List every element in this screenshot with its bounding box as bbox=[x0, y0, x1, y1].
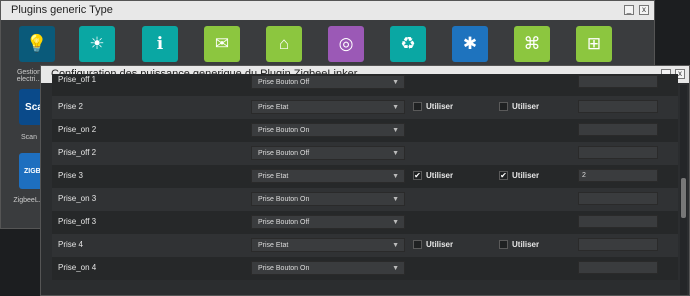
use-checkbox-2[interactable]: ✔ bbox=[499, 171, 508, 180]
org-chart-icon[interactable]: ⊞ bbox=[576, 26, 612, 62]
use-checkbox-label: Utiliser bbox=[426, 102, 454, 111]
row-label: Prise_on 3 bbox=[58, 194, 97, 203]
select-value: Prise Bouton Off bbox=[258, 79, 310, 86]
network-hub-icon[interactable]: ✱ bbox=[452, 26, 488, 62]
action-select[interactable]: Prise Etat ▼ bbox=[251, 100, 405, 114]
action-select[interactable]: Prise Bouton Off ▼ bbox=[251, 215, 405, 229]
mail-icon[interactable]: ✉ bbox=[204, 26, 240, 62]
row-label: Prise 4 bbox=[58, 240, 83, 249]
chevron-down-icon: ▼ bbox=[392, 127, 399, 134]
config-row: Prise_off 1 Prise Bouton Off ▼ bbox=[52, 74, 678, 97]
chevron-down-icon: ▼ bbox=[392, 79, 399, 86]
action-select[interactable]: Prise Etat ▼ bbox=[251, 238, 405, 252]
config-row: Prise 3 Prise Etat ▼ ✔ Utiliser ✔ Utilis… bbox=[52, 165, 678, 188]
use-checkbox-2[interactable] bbox=[499, 240, 508, 249]
value-input[interactable] bbox=[578, 215, 658, 228]
config-row: Prise 2 Prise Etat ▼ Utiliser Utiliser bbox=[52, 96, 678, 119]
use-checkbox[interactable]: ✔ bbox=[413, 171, 422, 180]
value-input[interactable] bbox=[578, 100, 658, 113]
row-label: Prise_off 1 bbox=[58, 75, 97, 84]
value-input[interactable] bbox=[578, 192, 658, 205]
home-automation-icon[interactable]: ⌂ bbox=[266, 26, 302, 62]
use-checkbox-2[interactable] bbox=[499, 102, 508, 111]
select-value: Prise Bouton Off bbox=[258, 219, 310, 226]
row-label: Prise_off 3 bbox=[58, 217, 97, 226]
lightbulb-plug-icon[interactable]: 💡 bbox=[19, 26, 55, 62]
value-input[interactable] bbox=[578, 238, 658, 251]
chevron-down-icon: ▼ bbox=[392, 265, 399, 272]
select-value: Prise Etat bbox=[258, 104, 289, 111]
chevron-down-icon: ▼ bbox=[392, 104, 399, 111]
select-value: Prise Etat bbox=[258, 242, 289, 249]
config-window: Configuration des puissance generique du… bbox=[40, 65, 690, 296]
value-input[interactable]: 2 bbox=[578, 169, 658, 182]
config-row: Prise_off 3 Prise Bouton Off ▼ bbox=[52, 211, 678, 234]
chevron-down-icon: ▼ bbox=[392, 242, 399, 249]
scrollbar-thumb[interactable] bbox=[681, 178, 686, 218]
row-label: Prise_on 4 bbox=[58, 263, 97, 272]
select-value: Prise Bouton On bbox=[258, 196, 310, 203]
value-input[interactable] bbox=[578, 146, 658, 159]
value-input[interactable] bbox=[578, 123, 658, 136]
row-label: Prise 3 bbox=[58, 171, 83, 180]
close-icon: x bbox=[678, 69, 682, 78]
chevron-down-icon: ▼ bbox=[392, 150, 399, 157]
use-checkbox-label: Utiliser bbox=[512, 171, 540, 180]
plugins-window-titlebar[interactable]: Plugins generic Type _ x bbox=[1, 1, 654, 20]
calendar-info-icon[interactable]: ℹ bbox=[142, 26, 178, 62]
action-select[interactable]: Prise Bouton Off ▼ bbox=[251, 146, 405, 160]
select-value: Prise Bouton On bbox=[258, 265, 310, 272]
plugins-window-title: Plugins generic Type bbox=[11, 4, 113, 16]
chevron-down-icon: ▼ bbox=[392, 219, 399, 226]
action-select[interactable]: Prise Bouton On ▼ bbox=[251, 192, 405, 206]
action-select[interactable]: Prise Etat ▼ bbox=[251, 169, 405, 183]
use-checkbox-label: Utiliser bbox=[512, 102, 540, 111]
use-checkbox[interactable] bbox=[413, 240, 422, 249]
config-row: Prise_off 2 Prise Bouton Off ▼ bbox=[52, 142, 678, 165]
dial-icon[interactable]: ◎ bbox=[328, 26, 364, 62]
action-select[interactable]: Prise Bouton Off ▼ bbox=[251, 75, 405, 89]
close-button[interactable]: x bbox=[639, 5, 649, 15]
action-select[interactable]: Prise Bouton On ▼ bbox=[251, 123, 405, 137]
chevron-down-icon: ▼ bbox=[392, 173, 399, 180]
use-checkbox-label: Utiliser bbox=[426, 171, 454, 180]
action-select[interactable]: Prise Bouton On ▼ bbox=[251, 261, 405, 275]
chevron-down-icon: ▼ bbox=[392, 196, 399, 203]
row-label: Prise_on 2 bbox=[58, 125, 97, 134]
value-input[interactable] bbox=[578, 261, 658, 274]
config-row: Prise_on 3 Prise Bouton On ▼ bbox=[52, 188, 678, 211]
weather-sun-icon[interactable]: ☀ bbox=[79, 26, 115, 62]
network-icon[interactable]: ⌘ bbox=[514, 26, 550, 62]
minimize-icon: _ bbox=[626, 5, 632, 14]
select-value: Prise Bouton Off bbox=[258, 150, 310, 157]
select-value: Prise Etat bbox=[258, 173, 289, 180]
config-row: Prise_on 2 Prise Bouton On ▼ bbox=[52, 119, 678, 142]
use-checkbox-label: Utiliser bbox=[426, 240, 454, 249]
close-icon: x bbox=[642, 5, 646, 14]
select-value: Prise Bouton On bbox=[258, 127, 310, 134]
use-checkbox-label: Utiliser bbox=[512, 240, 540, 249]
row-label: Prise_off 2 bbox=[58, 148, 97, 157]
row-label: Prise 2 bbox=[58, 102, 83, 111]
config-row: Prise_on 4 Prise Bouton On ▼ bbox=[52, 257, 678, 280]
use-checkbox[interactable] bbox=[413, 102, 422, 111]
recycle-bin-icon[interactable]: ♻ bbox=[390, 26, 426, 62]
value-input[interactable] bbox=[578, 75, 658, 88]
config-row: Prise 4 Prise Etat ▼ Utiliser Utiliser bbox=[52, 234, 678, 257]
minimize-button[interactable]: _ bbox=[624, 5, 634, 15]
